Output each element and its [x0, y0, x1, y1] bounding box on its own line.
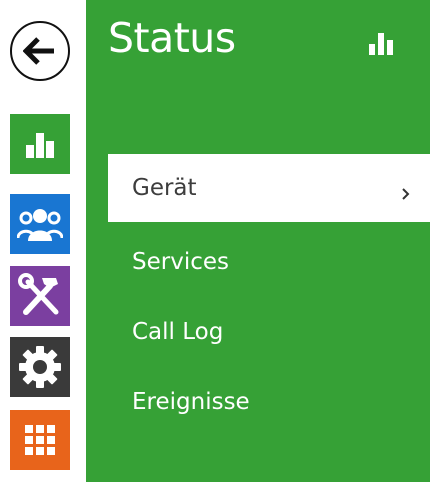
menu-item-label: Call Log — [132, 319, 224, 345]
bar-chart-icon — [26, 133, 54, 158]
rail-item-services[interactable] — [10, 266, 70, 326]
back-button[interactable] — [10, 21, 70, 81]
menu-item-label: Ereignisse — [132, 389, 250, 415]
nav-rail — [0, 0, 86, 482]
grid-icon — [25, 425, 55, 455]
page-title: Status — [108, 14, 236, 62]
rail-item-apps[interactable] — [10, 410, 70, 470]
menu-item-geraet[interactable]: Gerät — [108, 154, 430, 222]
chevron-right-icon — [401, 181, 410, 207]
bar-chart-icon — [368, 30, 394, 60]
menu-item-label: Services — [132, 249, 229, 275]
rail-item-status[interactable] — [10, 114, 70, 174]
rail-item-directory[interactable] — [10, 194, 70, 254]
status-panel: Status Gerät Services Call Log Ereigniss… — [86, 0, 430, 482]
rail-item-settings[interactable] — [10, 337, 70, 397]
menu-item-label: Gerät — [132, 175, 197, 201]
menu-item-ereignisse[interactable]: Ereignisse — [108, 368, 430, 436]
menu-item-call-log[interactable]: Call Log — [108, 298, 430, 366]
arrow-left-icon — [23, 37, 54, 65]
users-icon — [17, 209, 63, 241]
gear-icon — [19, 346, 61, 388]
tools-icon — [18, 273, 59, 315]
menu-item-services[interactable]: Services — [108, 228, 430, 296]
